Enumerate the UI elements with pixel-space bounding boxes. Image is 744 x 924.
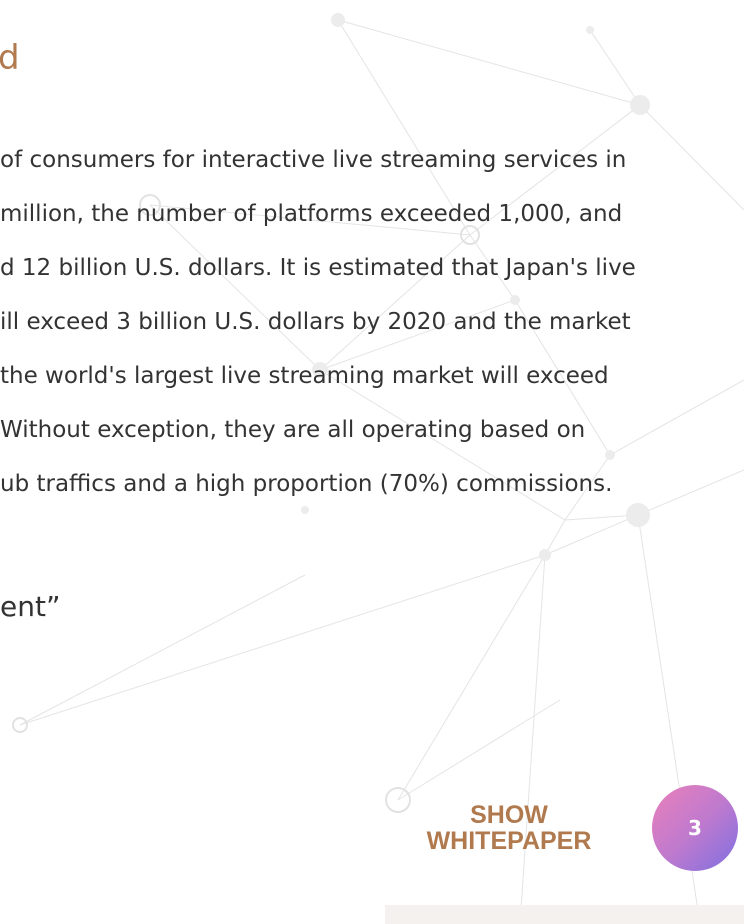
- body-line: million, the number of platforms exceede…: [0, 201, 623, 227]
- body-line: ub traffics and a high proportion (70%) …: [0, 471, 613, 497]
- body-line: Without exception, they are all operatin…: [0, 417, 586, 443]
- page-number-badge: 3: [652, 785, 738, 871]
- brand-logo: SHOW WHITEPAPER: [396, 802, 622, 854]
- quote-text: ent”: [0, 590, 61, 623]
- footer-strip: [385, 905, 744, 924]
- body-line: ill exceed 3 billion U.S. dollars by 202…: [0, 309, 631, 335]
- slide-heading: d: [0, 38, 20, 78]
- brand-logo-line1: SHOW: [470, 801, 548, 829]
- body-text: of consumers for interactive live stream…: [0, 133, 636, 511]
- body-line: the world's largest live streaming marke…: [0, 363, 609, 389]
- body-line: d 12 billion U.S. dollars. It is estimat…: [0, 255, 636, 281]
- brand-logo-line2: WHITEPAPER: [426, 827, 592, 855]
- body-line: of consumers for interactive live stream…: [0, 147, 627, 173]
